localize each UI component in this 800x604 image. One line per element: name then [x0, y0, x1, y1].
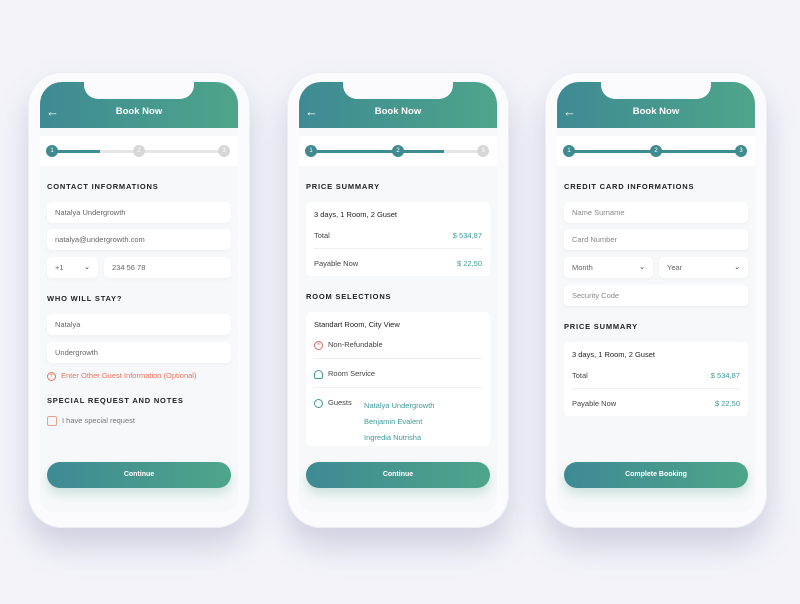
guests: Guests Natalya Undergrowth Benjamin Eval…: [314, 398, 482, 442]
total-label: Total: [314, 231, 330, 240]
month-label: Month: [572, 263, 593, 272]
room-service: Room Service: [314, 369, 482, 379]
total-value: $ 534,87: [710, 371, 740, 380]
divider: [314, 387, 482, 388]
price-summary-card: 3 days, 1 Room, 2 Guset Total $ 534,87 Pa…: [564, 342, 748, 416]
year-select[interactable]: Year ⌄: [659, 257, 748, 278]
guest: Natalya Undergrowth: [364, 401, 435, 410]
summary: 3 days, 1 Room, 2 Guset: [314, 210, 397, 219]
checkbox-label: I have special request: [62, 416, 135, 425]
add-guest-label: Enter Other Guest Information (Optional): [61, 371, 197, 380]
checkbox[interactable]: [47, 416, 57, 427]
room-card: Standart Room, City View × Non-Refundable…: [306, 312, 490, 446]
payable-row: Payable Now $ 22,50: [314, 259, 482, 268]
progress-stepper: 1 2 3: [40, 136, 238, 166]
user-circle-icon: [314, 398, 323, 408]
step-3: 3: [735, 145, 747, 157]
header: ← Book Now: [299, 82, 497, 128]
room-name: Standart Room, City View: [314, 320, 400, 329]
summary: 3 days, 1 Room, 2 Guset: [572, 350, 655, 359]
section-title: PRICE SUMMARY: [564, 322, 638, 331]
plus-circle-icon: +: [47, 371, 56, 381]
add-guest-link[interactable]: + Enter Other Guest Information (Optional…: [47, 371, 196, 381]
step-3: 3: [218, 145, 230, 157]
step-3: 3: [477, 145, 489, 157]
security-code-field[interactable]: Security Code: [564, 285, 748, 306]
payable-label: Payable Now: [572, 399, 617, 408]
notch: [84, 82, 194, 99]
header: ← Book Now: [557, 82, 755, 128]
phone-contact-step: ← Book Now 1 2 3 CONTACT INFORMATIONS Na…: [28, 72, 250, 528]
special-request-checkbox[interactable]: I have special request: [47, 416, 135, 427]
total-label: Total: [572, 371, 588, 380]
room-service-icon: [314, 369, 323, 379]
month-select[interactable]: Month ⌄: [564, 257, 653, 278]
notch: [343, 82, 453, 99]
screen: ← Book Now 1 2 3 CONTACT INFORMATIONS Na…: [40, 82, 238, 512]
step-1: 1: [305, 145, 317, 157]
total-value: $ 534,87: [452, 231, 482, 240]
last-name-field[interactable]: Undergrowth: [47, 342, 231, 363]
divider: [314, 358, 482, 359]
x-circle-icon: ×: [314, 340, 323, 350]
year-label: Year: [667, 263, 683, 272]
section-title: ROOM SELECTIONS: [306, 292, 392, 301]
guest: Ingredia Nutrisha: [364, 433, 422, 442]
phone-payment-step: ← Book Now 1 2 3 CREDIT CARD INFORMATION…: [545, 72, 767, 528]
phone-field[interactable]: 234 56 78: [104, 257, 231, 278]
total-row: Total $ 534,87: [572, 371, 740, 380]
payable-label: Payable Now: [314, 259, 359, 268]
notch: [601, 82, 711, 99]
step-1: 1: [563, 145, 575, 157]
screen: ← Book Now 1 2 3 CREDIT CARD INFORMATION…: [557, 82, 755, 512]
section-title: PRICE SUMMARY: [306, 182, 380, 191]
continue-button[interactable]: Continue: [306, 462, 490, 488]
name-field[interactable]: Natalya Undergrowth: [47, 202, 231, 223]
divider: [572, 388, 740, 389]
section-title: CONTACT INFORMATIONS: [47, 182, 159, 191]
guest-list: Natalya Undergrowth Benjamin Evalent Ing…: [364, 398, 434, 446]
payable-row: Payable Now $ 22,50: [572, 399, 740, 408]
section-title: WHO WILL STAY?: [47, 294, 123, 303]
chevron-down-icon: ⌄: [639, 264, 645, 271]
payable-value: $ 22,50: [456, 259, 482, 268]
chevron-down-icon: ⌄: [734, 264, 740, 271]
continue-button[interactable]: Continue: [47, 462, 231, 488]
divider: [314, 248, 482, 249]
page-title: Book Now: [374, 106, 422, 117]
guests-label: Guests: [328, 398, 352, 407]
step-2: 2: [133, 145, 145, 157]
email-field[interactable]: natalya@undergrowth.com: [47, 229, 231, 250]
section-title: CREDIT CARD INFORMATIONS: [564, 182, 695, 191]
country-code-select[interactable]: +1 ⌄: [47, 257, 98, 278]
name-surname-field[interactable]: Name Surname: [564, 202, 748, 223]
screen: ← Book Now 1 2 3 PRICE SUMMARY 3 days, 1…: [299, 82, 497, 512]
step-2: 2: [392, 145, 404, 157]
page-title: Book Now: [632, 106, 680, 117]
country-code: +1: [55, 263, 64, 272]
total-row: Total $ 534,87: [314, 231, 482, 240]
price-summary-card: 3 days, 1 Room, 2 Guset Total $ 534,87 Pa…: [306, 202, 490, 276]
non-refundable: × Non-Refundable: [314, 340, 482, 350]
first-name-field[interactable]: Natalya: [47, 314, 231, 335]
complete-booking-button[interactable]: Complete Booking: [564, 462, 748, 488]
progress-stepper: 1 2 3: [299, 136, 497, 166]
card-number-field[interactable]: Card Number: [564, 229, 748, 250]
guest: Benjamin Evalent: [364, 417, 423, 426]
payable-value: $ 22,50: [714, 399, 740, 408]
phone-summary-step: ← Book Now 1 2 3 PRICE SUMMARY 3 days, 1…: [287, 72, 509, 528]
room-service-label: Room Service: [328, 369, 376, 378]
header: ← Book Now: [40, 82, 238, 128]
step-1: 1: [46, 145, 58, 157]
section-title: SPECIAL REQUEST AND NOTES: [47, 396, 184, 405]
non-refundable-label: Non-Refundable: [328, 340, 383, 349]
progress-stepper: 1 2 3: [557, 136, 755, 166]
chevron-down-icon: ⌄: [84, 264, 90, 271]
page-title: Book Now: [115, 106, 163, 117]
step-2: 2: [650, 145, 662, 157]
